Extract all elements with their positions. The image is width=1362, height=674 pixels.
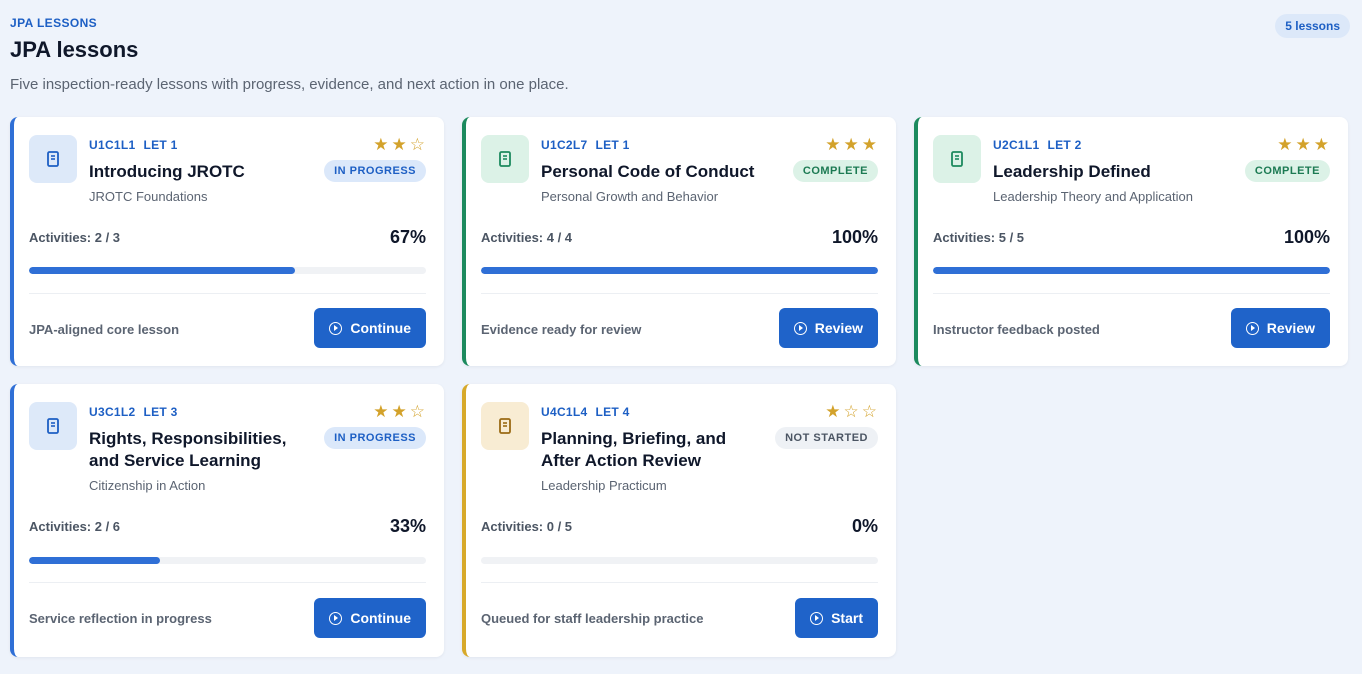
- activities-count: Activities: 0 / 5: [481, 519, 573, 534]
- status-badge: NOT STARTED: [775, 427, 878, 449]
- progress-bar: [29, 557, 426, 564]
- page-subtitle: Five inspection-ready lessons with progr…: [10, 76, 569, 93]
- star-rating: ★★★: [1277, 135, 1332, 155]
- divider: [933, 293, 1330, 294]
- lesson-course: JROTC Foundations: [89, 189, 208, 204]
- activities-count: Activities: 2 / 3: [29, 230, 121, 245]
- star-rating: ★★☆: [373, 135, 428, 155]
- lesson-note: Service reflection in progress: [29, 611, 212, 626]
- lesson-card: U1C2L7 LET 1 Personal Code of Conduct Per…: [462, 117, 896, 366]
- star-rating: ★★☆: [373, 402, 428, 422]
- lesson-course: Personal Growth and Behavior: [541, 189, 719, 204]
- continue-button[interactable]: Continue: [314, 308, 426, 348]
- book-icon: [29, 135, 77, 183]
- progress-percent: 0%: [851, 516, 878, 536]
- progress-percent: 100%: [1283, 227, 1330, 247]
- progress-bar: [933, 267, 1330, 274]
- divider: [481, 293, 878, 294]
- activities-count: Activities: 5 / 5: [933, 230, 1025, 245]
- lesson-title: Introducing JROTC: [89, 162, 245, 181]
- play-icon: [329, 321, 343, 335]
- status-badge: IN PROGRESS: [324, 160, 426, 182]
- progress-percent: 33%: [389, 516, 426, 536]
- lesson-course: Citizenship in Action: [89, 478, 206, 493]
- lesson-code: U1C1L1 LET 1: [89, 138, 178, 152]
- progress-bar: [29, 267, 426, 274]
- book-icon: [481, 135, 529, 183]
- divider: [481, 582, 878, 583]
- divider: [29, 582, 426, 583]
- lesson-card: U4C1L4 LET 4 Planning, Briefing, and Afte…: [462, 384, 896, 657]
- lesson-title: Planning, Briefing, and After Action Rev…: [541, 429, 727, 470]
- lesson-note: Instructor feedback posted: [933, 322, 1100, 337]
- review-button[interactable]: Review: [1230, 308, 1330, 348]
- play-icon: [1245, 321, 1259, 335]
- page-eyebrow: JPA LESSONS: [10, 16, 98, 30]
- status-badge: COMPLETE: [1244, 160, 1330, 182]
- lesson-note: Queued for staff leadership practice: [481, 611, 704, 626]
- lesson-card: U1C1L1 LET 1 Introducing JROTC JROTC Foun…: [10, 117, 444, 366]
- lesson-code: U4C1L4 LET 4: [541, 405, 630, 419]
- start-button[interactable]: Start: [795, 598, 878, 638]
- status-badge: COMPLETE: [792, 160, 878, 182]
- lesson-note: Evidence ready for review: [481, 322, 642, 337]
- review-button[interactable]: Review: [778, 308, 878, 348]
- progress-bar: [481, 557, 878, 564]
- progress-percent: 100%: [831, 227, 878, 247]
- book-icon: [933, 135, 981, 183]
- lesson-code: U3C1L2 LET 3: [89, 405, 178, 419]
- play-icon: [810, 611, 824, 625]
- lesson-title: Rights, Responsibilities, and Service Le…: [89, 429, 287, 470]
- book-icon: [481, 402, 529, 450]
- lesson-note: JPA-aligned core lesson: [29, 322, 180, 337]
- lesson-title: Personal Code of Conduct: [541, 162, 755, 181]
- play-icon: [793, 321, 807, 335]
- lesson-code: U2C1L1 LET 2: [993, 138, 1082, 152]
- lesson-code: U1C2L7 LET 1: [541, 138, 630, 152]
- book-icon: [29, 402, 77, 450]
- progress-bar: [481, 267, 878, 274]
- lesson-title: Leadership Defined: [993, 162, 1151, 181]
- continue-button[interactable]: Continue: [314, 598, 426, 638]
- activities-count: Activities: 4 / 4: [481, 230, 573, 245]
- lesson-card: U3C1L2 LET 3 Rights, Responsibilities, an…: [10, 384, 444, 657]
- lesson-course: Leadership Theory and Application: [993, 189, 1193, 204]
- activities-count: Activities: 2 / 6: [29, 519, 121, 534]
- lesson-course: Leadership Practicum: [541, 478, 667, 493]
- play-icon: [329, 611, 343, 625]
- page-title: JPA lessons: [10, 37, 139, 62]
- star-rating: ★☆☆: [825, 402, 880, 422]
- progress-percent: 67%: [389, 227, 426, 247]
- lesson-card: U2C1L1 LET 2 Leadership Defined Leadershi…: [914, 117, 1348, 366]
- star-rating: ★★★: [825, 135, 880, 155]
- lesson-count-badge: 5 lessons: [1275, 14, 1350, 38]
- status-badge: IN PROGRESS: [324, 427, 426, 449]
- divider: [29, 293, 426, 294]
